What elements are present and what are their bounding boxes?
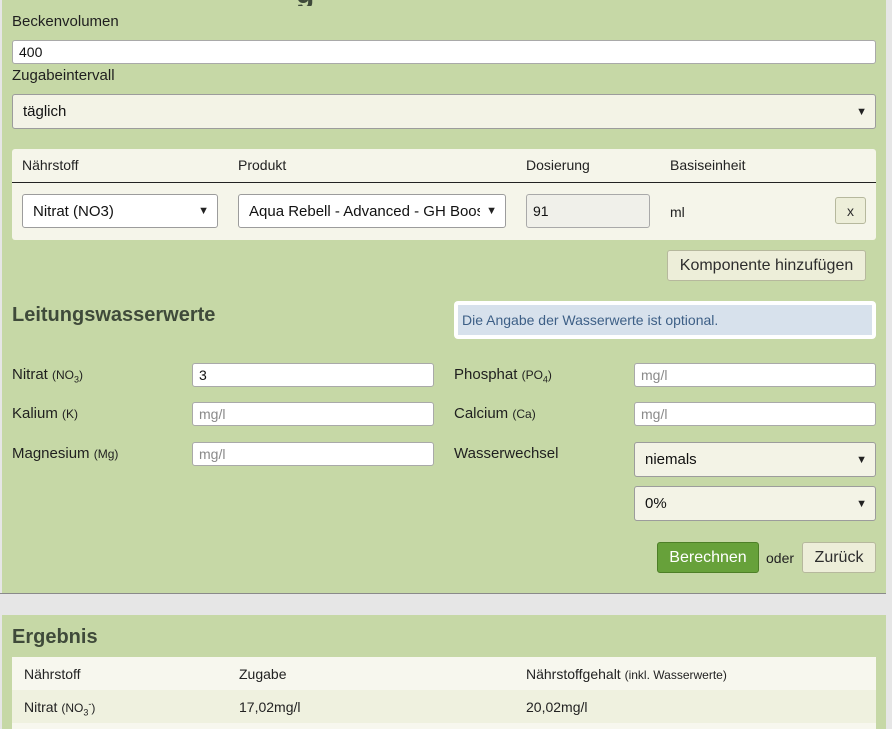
result-header-content-text: Nährstoffgehalt xyxy=(526,666,621,682)
phosphate-label-text: Phosphat xyxy=(454,366,518,383)
result-nutrient-formula: NO xyxy=(65,701,84,715)
page-heading-fragment: g xyxy=(296,0,326,6)
chevron-down-icon: ▼ xyxy=(856,453,867,466)
phosphate-input[interactable]: mg/l xyxy=(634,363,876,387)
result-nutrient-name: Nitrat xyxy=(24,699,58,715)
magnesium-formula: Mg xyxy=(97,447,115,461)
component-dose-input[interactable]: 91 xyxy=(526,194,650,228)
panel-divider xyxy=(0,593,886,594)
phosphate-formula-sub: 4 xyxy=(542,374,548,385)
result-addition-cell: 17,02mg/l xyxy=(239,699,301,715)
water-change-percent-select[interactable]: 0% ▼ xyxy=(634,486,876,521)
magnesium-input[interactable]: mg/l xyxy=(192,442,434,466)
result-header-addition: Zugabe xyxy=(239,666,287,682)
nitrate-formula: NO xyxy=(56,368,75,382)
result-panel: Ergebnis Nährstoff Zugabe Nährstoffgehal… xyxy=(2,615,886,729)
interval-label: Zugabeintervall xyxy=(12,67,115,84)
col-header-unit: Basiseinheit xyxy=(670,157,746,173)
add-component-button[interactable]: Komponente hinzufügen xyxy=(667,250,866,281)
remove-component-button[interactable]: x xyxy=(835,197,866,224)
volume-label: Beckenvolumen xyxy=(12,13,119,30)
nitrate-input[interactable]: 3 xyxy=(192,363,434,387)
tapwater-heading: Leitungswasserwerte xyxy=(12,304,216,326)
result-header-content-note: (inkl. Wasserwerte) xyxy=(624,668,727,682)
nitrate-formula-sub: 3 xyxy=(74,374,80,385)
calcium-label-text: Calcium xyxy=(454,405,509,422)
potassium-formula: K xyxy=(66,407,75,421)
magnesium-label-text: Magnesium xyxy=(12,445,90,462)
volume-input[interactable]: 400 xyxy=(12,40,876,64)
optional-info-text: Die Angabe der Wasserwerte ist optional. xyxy=(458,305,872,335)
interval-select-value: täglich xyxy=(23,103,67,120)
col-header-product: Produkt xyxy=(238,157,287,173)
back-button[interactable]: Zurück xyxy=(802,542,876,573)
potassium-label: Kalium (K) xyxy=(12,405,79,422)
calcium-formula: Ca xyxy=(516,407,532,421)
result-heading: Ergebnis xyxy=(12,626,98,648)
table-row: Nitrat (NO3-) 17,02mg/l 20,02mg/l xyxy=(12,690,876,723)
chevron-down-icon: ▼ xyxy=(486,205,497,217)
water-change-frequency-select[interactable]: niemals ▼ xyxy=(634,442,876,477)
calculate-button[interactable]: Berechnen xyxy=(657,542,759,573)
calcium-input[interactable]: mg/l xyxy=(634,402,876,426)
component-nutrient-value: Nitrat (NO3) xyxy=(33,202,114,220)
dosing-form-panel: Beckenvolumen 400 Zugabeintervall täglic… xyxy=(2,0,886,593)
water-change-label: Wasserwechsel xyxy=(454,445,559,462)
result-nutrient-sup: - xyxy=(88,699,92,709)
result-content-cell: 20,02mg/l xyxy=(526,699,588,715)
chevron-down-icon: ▼ xyxy=(198,205,209,217)
result-nutrient-cell: Nitrat (NO3-) xyxy=(24,699,96,718)
col-header-nutrient: Nährstoff xyxy=(22,157,79,173)
phosphate-formula: PO xyxy=(525,368,543,382)
components-table: Nährstoff Produkt Dosierung Basiseinheit… xyxy=(12,149,876,240)
result-table: Nährstoff Zugabe Nährstoffgehalt (inkl. … xyxy=(12,657,876,729)
potassium-input[interactable]: mg/l xyxy=(192,402,434,426)
component-unit: ml xyxy=(670,204,685,220)
potassium-label-text: Kalium xyxy=(12,405,58,422)
component-product-select[interactable]: Aqua Rebell - Advanced - GH Boos ▼ xyxy=(238,194,506,228)
chevron-down-icon: ▼ xyxy=(856,497,867,510)
water-change-percent-value: 0% xyxy=(645,495,667,512)
magnesium-label: Magnesium (Mg) xyxy=(12,445,119,462)
header-divider xyxy=(12,182,876,183)
component-product-value: Aqua Rebell - Advanced - GH Boos xyxy=(249,202,481,220)
col-header-dose: Dosierung xyxy=(526,157,590,173)
interval-select[interactable]: täglich ▼ xyxy=(12,94,876,129)
chevron-down-icon: ▼ xyxy=(856,105,867,118)
phosphate-label: Phosphat (PO4) xyxy=(454,366,552,385)
water-change-frequency-value: niemals xyxy=(645,451,697,468)
result-header-content: Nährstoffgehalt (inkl. Wasserwerte) xyxy=(526,666,727,682)
calcium-label: Calcium (Ca) xyxy=(454,405,536,422)
component-nutrient-select[interactable]: Nitrat (NO3) ▼ xyxy=(22,194,218,228)
optional-info-box: Die Angabe der Wasserwerte ist optional. xyxy=(454,301,876,339)
result-header-nutrient: Nährstoff xyxy=(24,666,81,682)
nitrate-label-text: Nitrat xyxy=(12,366,48,383)
or-text: oder xyxy=(766,550,795,566)
nitrate-label: Nitrat (NO3) xyxy=(12,366,84,385)
